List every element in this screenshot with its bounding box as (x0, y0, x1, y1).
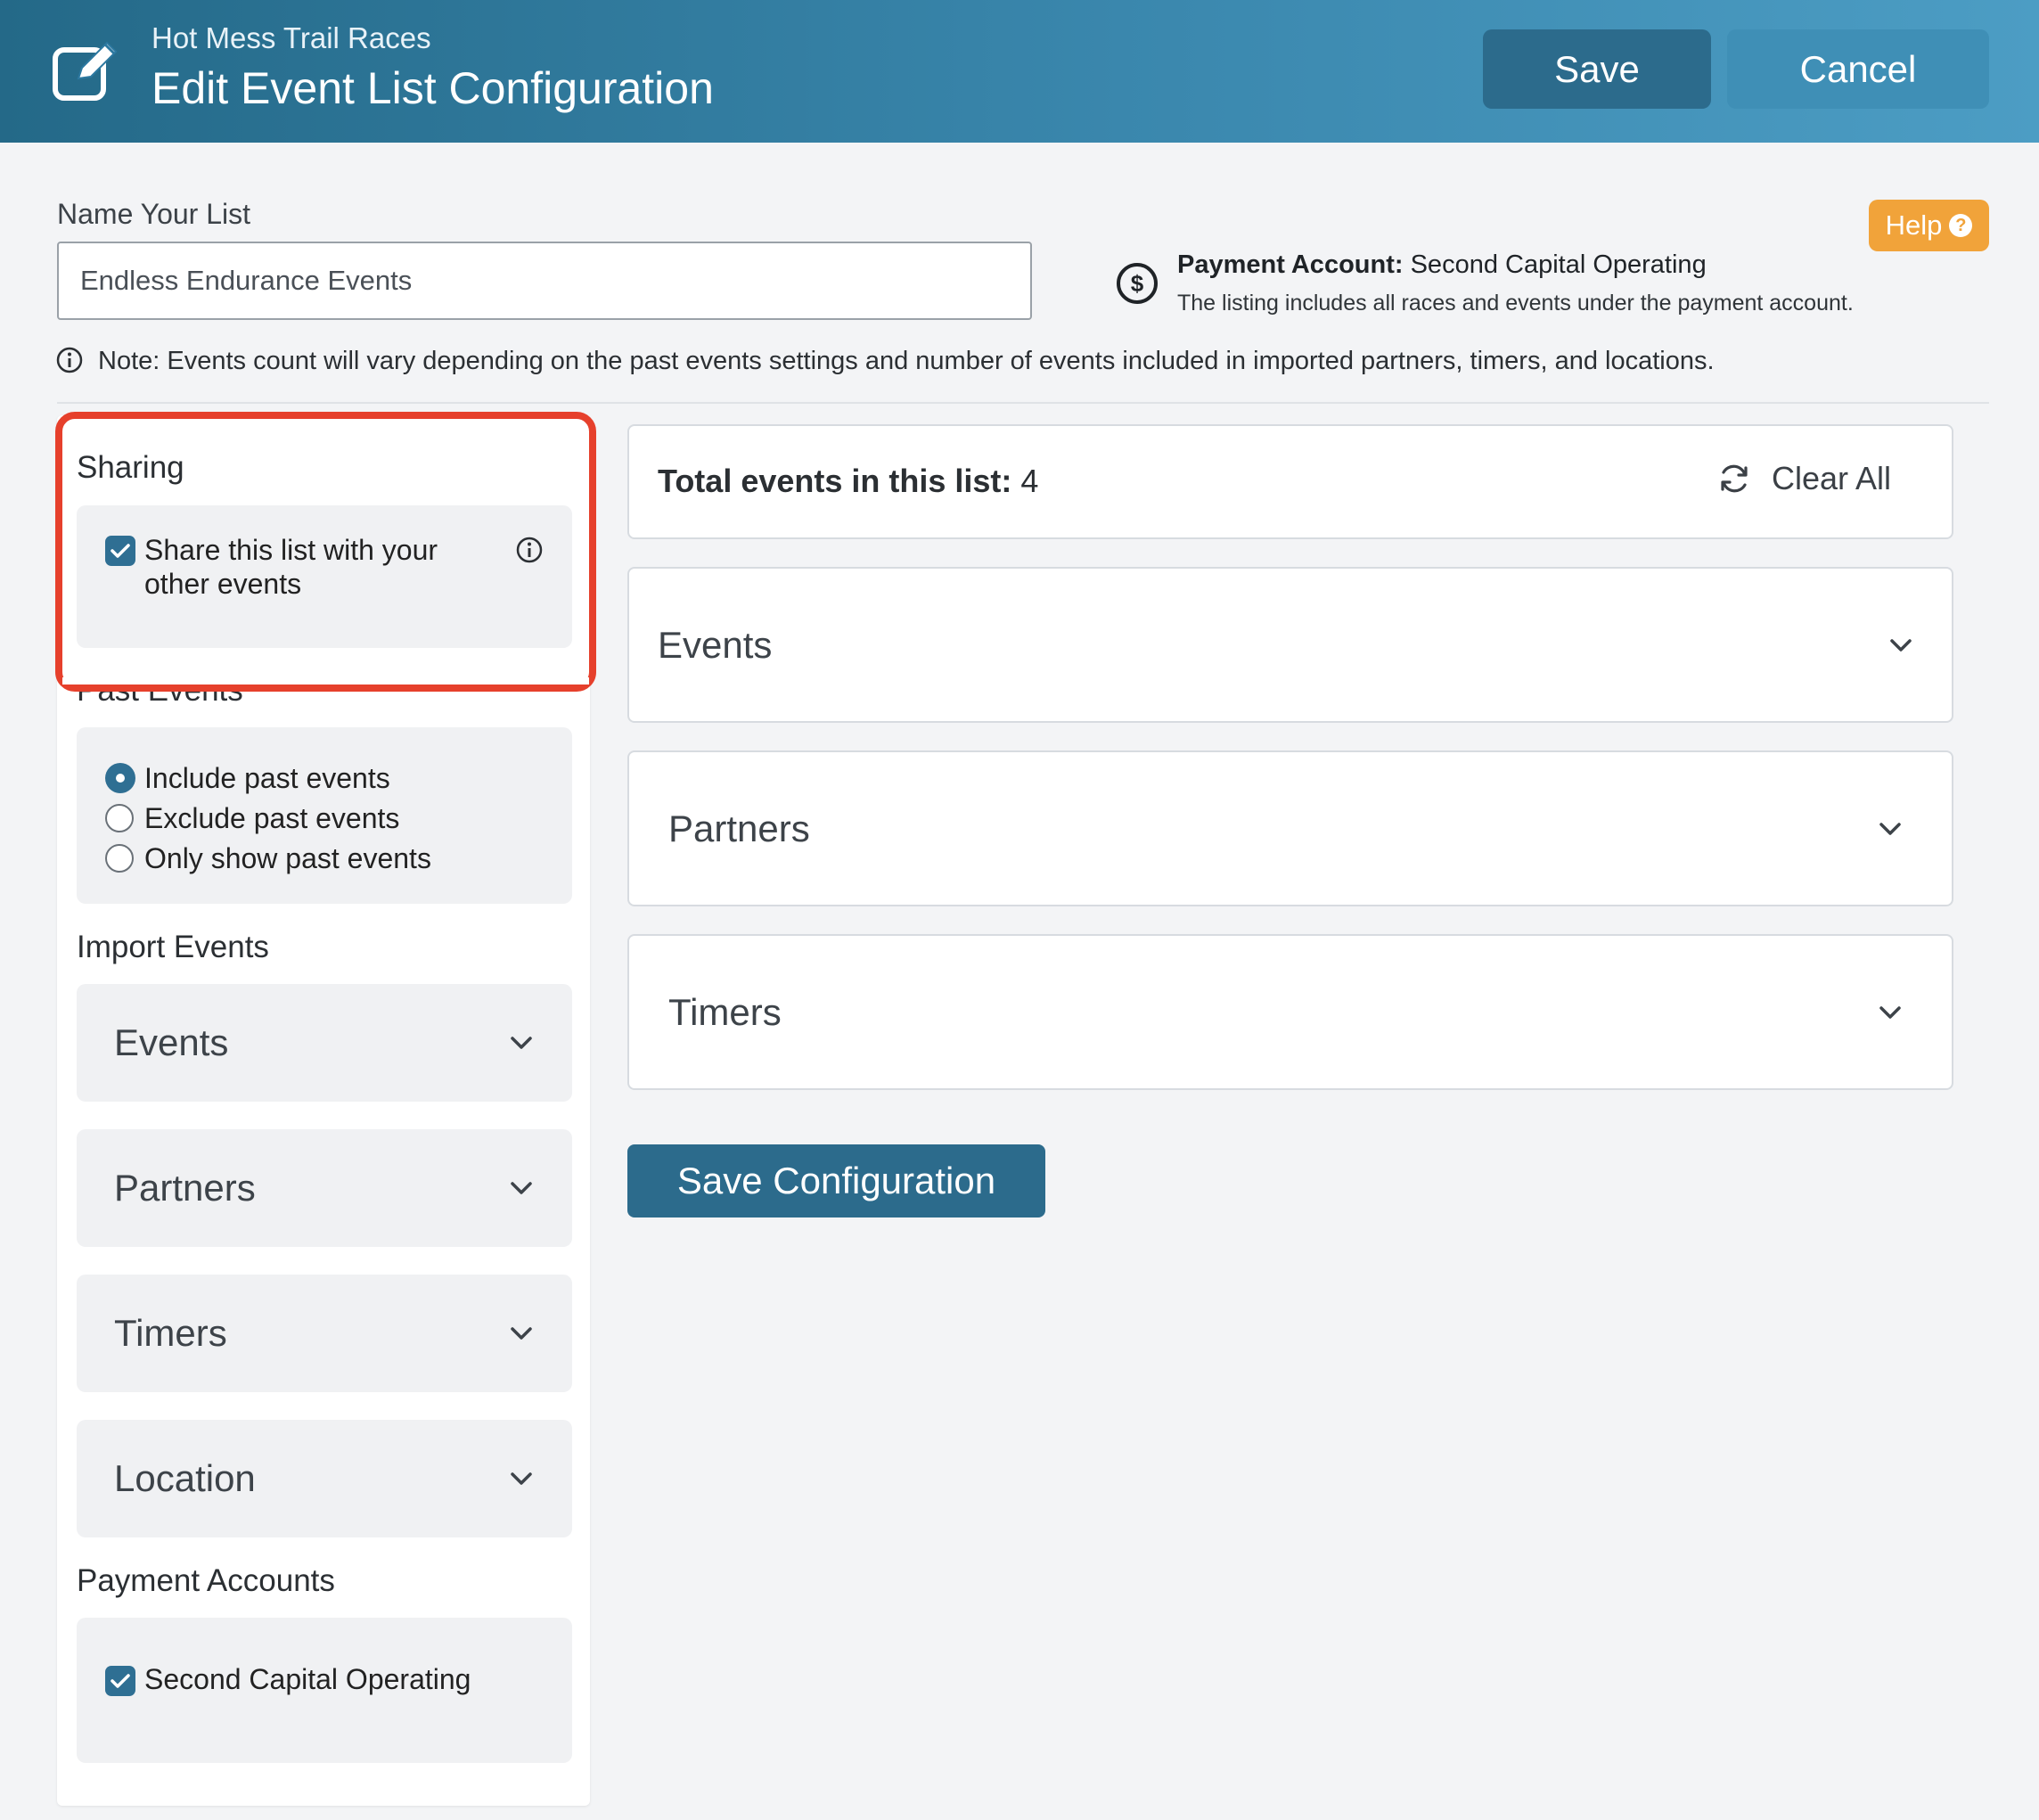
info-circle-icon (55, 346, 84, 374)
help-label: Help (1885, 209, 1943, 241)
svg-text:$: $ (1131, 270, 1144, 297)
sharing-highlight (55, 412, 596, 692)
organization-name: Hot Mess Trail Races (151, 21, 431, 54)
chevron-down-icon (1890, 638, 1912, 652)
list-name-label: Name Your List (57, 198, 251, 230)
partners-section-label: Partners (668, 807, 810, 849)
chevron-down-icon (1879, 822, 1901, 835)
import-events-title: Import Events (77, 930, 269, 964)
import-events-dropdown-label: Events (114, 1021, 229, 1063)
include-past-label: Include past events (144, 762, 390, 794)
exclude-past-radio[interactable] (105, 804, 134, 832)
payment-account-checkbox[interactable] (105, 1666, 135, 1696)
import-timers-dropdown-label: Timers (114, 1312, 227, 1354)
exclude-past-label: Exclude past events (144, 802, 400, 834)
import-events-dropdown[interactable]: Events (77, 984, 572, 1102)
only-past-radio[interactable] (105, 844, 134, 873)
clear-all-label: Clear All (1772, 460, 1892, 496)
total-events-label: Total events in this list: (658, 463, 1012, 499)
payment-accounts-title: Payment Accounts (77, 1563, 335, 1598)
events-section[interactable]: Events (627, 567, 1953, 723)
payment-account-description: The listing includes all races and event… (1177, 291, 1854, 316)
help-button[interactable]: Help ? (1869, 200, 1989, 251)
timers-section[interactable]: Timers (627, 934, 1953, 1090)
total-events-text: Total events in this list: 4 (658, 463, 1038, 500)
chevron-down-icon (511, 1472, 532, 1485)
chevron-down-icon (511, 1037, 532, 1049)
chevron-down-icon (511, 1182, 532, 1194)
page-title: Edit Event List Configuration (151, 63, 714, 113)
import-location-dropdown-label: Location (114, 1457, 256, 1499)
dollar-circle-icon: $ (1115, 261, 1159, 306)
chevron-down-icon (1879, 1005, 1901, 1019)
events-section-label: Events (658, 623, 773, 666)
total-events-count: 4 (1020, 463, 1039, 499)
timers-section-label: Timers (668, 990, 782, 1033)
question-circle-icon: ? (1949, 214, 1973, 237)
cancel-button[interactable]: Cancel (1727, 29, 1989, 109)
save-configuration-button[interactable]: Save Configuration (627, 1144, 1045, 1217)
import-timers-dropdown[interactable]: Timers (77, 1275, 572, 1392)
import-partners-dropdown-label: Partners (114, 1167, 256, 1209)
refresh-icon (1721, 464, 1748, 493)
edit-icon (52, 36, 123, 103)
payment-account-option-label: Second Capital Operating (144, 1663, 471, 1695)
clear-all-button[interactable]: Clear All (1716, 460, 1891, 497)
events-count-note: Note: Events count will vary depending o… (98, 347, 1715, 375)
payment-account-line: Payment Account: Second Capital Operatin… (1177, 250, 1707, 280)
save-button[interactable]: Save (1483, 29, 1711, 109)
highlight-cover (62, 677, 589, 685)
chevron-down-icon (511, 1327, 532, 1340)
partners-section[interactable]: Partners (627, 750, 1953, 906)
list-name-input[interactable] (57, 242, 1032, 320)
payment-account-prefix: Payment Account: (1177, 250, 1404, 279)
checkmark-icon (111, 1674, 130, 1688)
import-location-dropdown[interactable]: Location (77, 1420, 572, 1537)
only-past-label: Only show past events (144, 842, 431, 874)
payment-account-name: Second Capital Operating (1410, 250, 1707, 279)
include-past-radio[interactable] (105, 763, 135, 793)
import-partners-dropdown[interactable]: Partners (77, 1129, 572, 1247)
divider (57, 402, 1989, 404)
